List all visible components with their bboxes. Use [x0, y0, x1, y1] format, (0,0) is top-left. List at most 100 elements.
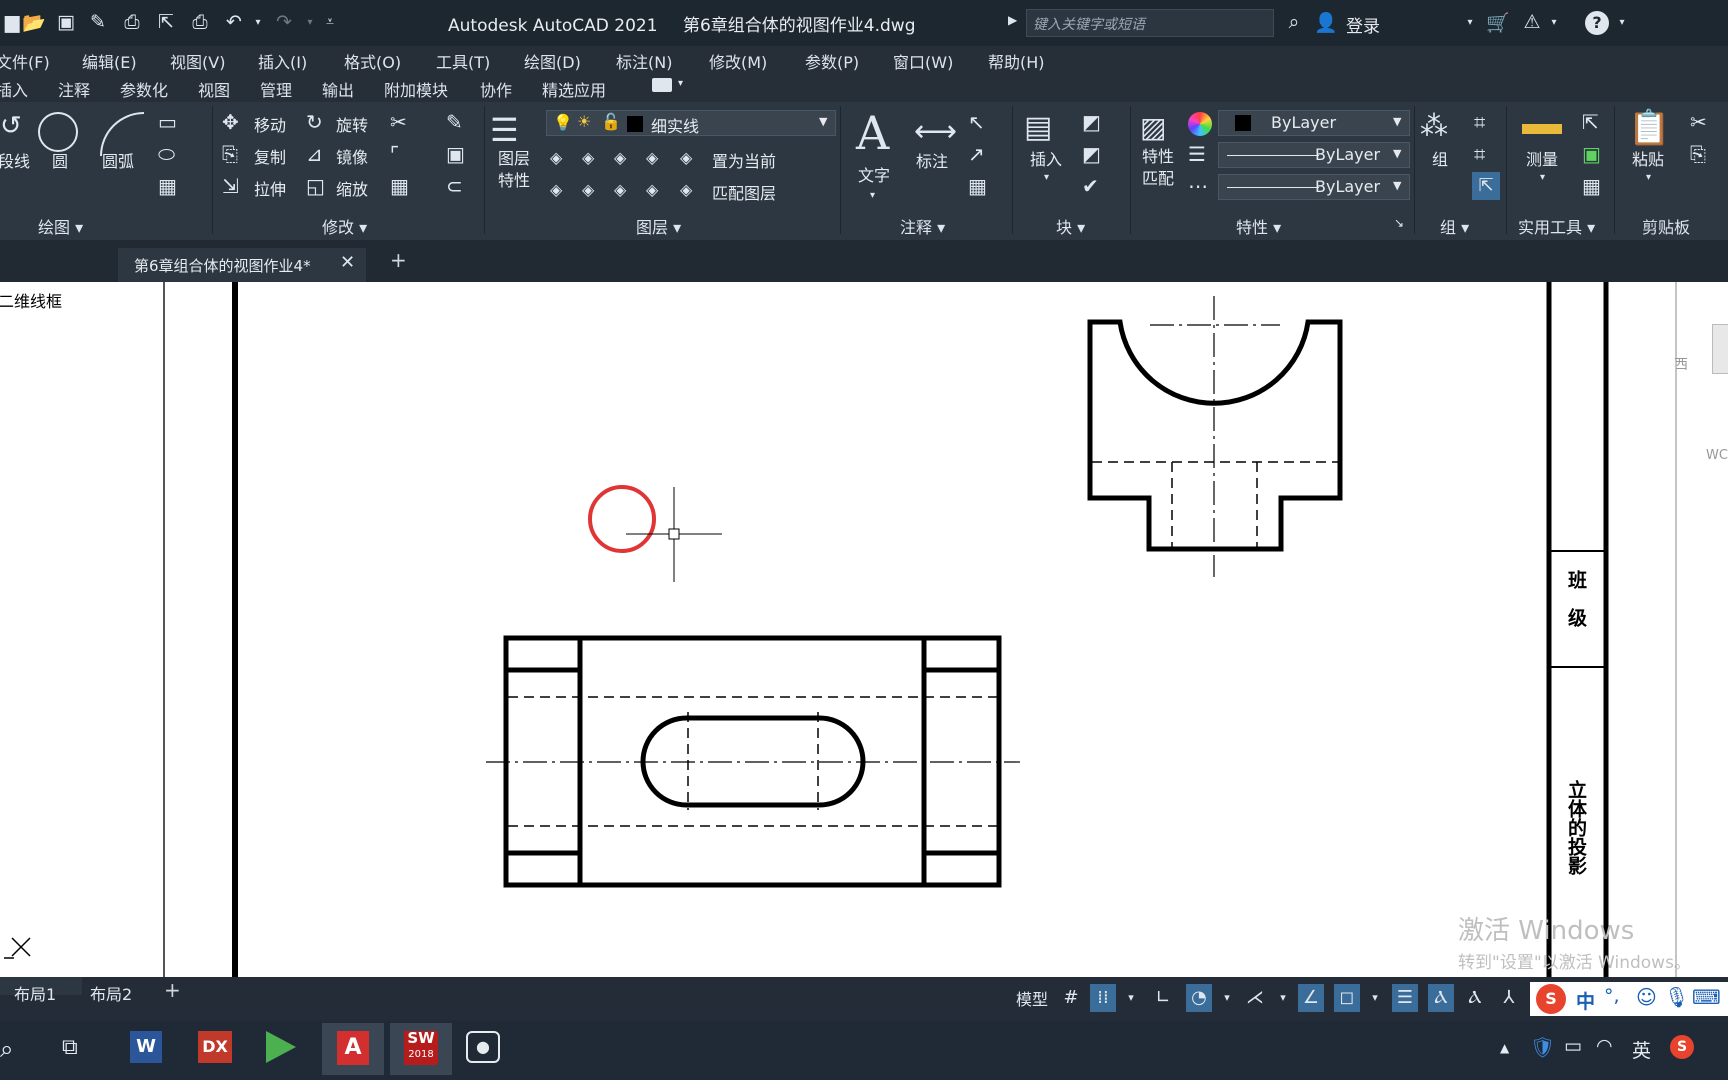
- camera-app-icon[interactable]: ●: [466, 1031, 500, 1063]
- isodraft-dropdown-icon[interactable]: ▾: [1270, 984, 1296, 1012]
- rectangle-icon[interactable]: ▭: [158, 112, 177, 132]
- match-properties-icon[interactable]: ▨: [1140, 110, 1166, 146]
- edit-attributes-icon[interactable]: ✔: [1082, 176, 1099, 196]
- ime-voice-icon[interactable]: 🎙: [1664, 985, 1689, 1009]
- solidworks-taskbar-button[interactable]: SW 2018: [390, 1023, 452, 1075]
- snap-mode-icon[interactable]: ⁞⁞: [1090, 984, 1116, 1012]
- tab-annotate[interactable]: 注释: [58, 77, 90, 101]
- network-icon[interactable]: ◠: [1596, 1035, 1613, 1057]
- undo-icon[interactable]: ↶: [222, 10, 246, 34]
- new-layout-icon[interactable]: +: [164, 978, 181, 1002]
- menu-window[interactable]: 窗口(W): [893, 49, 953, 73]
- hatch-icon[interactable]: ▦: [158, 176, 177, 196]
- group-label[interactable]: 组: [1432, 146, 1448, 170]
- open-icon[interactable]: 📂: [22, 10, 46, 34]
- quick-select-icon[interactable]: ⇱: [1582, 112, 1599, 132]
- scale-label[interactable]: 缩放: [336, 176, 368, 200]
- polyline-label[interactable]: 段线: [0, 148, 30, 172]
- security-shield-icon[interactable]: 🛡: [1530, 1035, 1555, 1059]
- publish-icon[interactable]: ⇱: [154, 10, 178, 34]
- search-icon[interactable]: ⌕: [1282, 10, 1306, 34]
- cut-icon[interactable]: ✂: [1690, 112, 1707, 132]
- stretch-icon[interactable]: ⇲: [222, 176, 239, 196]
- redo-icon[interactable]: ↷: [272, 10, 296, 34]
- ribbon-minimize-dropdown-icon[interactable]: ▾: [678, 78, 683, 89]
- new-icon[interactable]: ▆: [0, 10, 24, 34]
- layers-panel-title[interactable]: 图层 ▾: [636, 214, 681, 238]
- lineweight-display-icon[interactable]: ☰: [1392, 984, 1418, 1012]
- copy-clip-icon[interactable]: ⎘: [1690, 144, 1706, 164]
- help-dropdown-icon[interactable]: ▾: [1610, 10, 1634, 34]
- insert-label[interactable]: 插入: [1030, 146, 1062, 170]
- object-snap-tracking-icon[interactable]: ∠: [1298, 984, 1324, 1012]
- menu-parameters[interactable]: 参数(P): [805, 49, 859, 73]
- layer-on-all-icon[interactable]: ◈: [550, 180, 562, 200]
- close-tab-icon[interactable]: ✕: [340, 252, 355, 273]
- layer-unisolate-icon[interactable]: ◈: [582, 180, 594, 200]
- draw-panel-title[interactable]: 绘图 ▾: [38, 214, 83, 238]
- dx-app-icon[interactable]: DX: [198, 1031, 232, 1063]
- layer-freeze-icon[interactable]: ◈: [614, 148, 626, 168]
- snap-dropdown-icon[interactable]: ▾: [1118, 984, 1144, 1012]
- properties-panel-title[interactable]: 特性 ▾: [1236, 214, 1281, 238]
- linetype-icon[interactable]: ⋯: [1188, 176, 1208, 196]
- autocad-taskbar-button[interactable]: A: [322, 1023, 384, 1075]
- ime-language[interactable]: 中: [1576, 987, 1595, 1014]
- login-link[interactable]: 登录: [1346, 12, 1380, 37]
- sogou-tray-icon[interactable]: S: [1670, 1035, 1694, 1059]
- clipboard-panel-title[interactable]: 剪贴板: [1642, 214, 1690, 238]
- ime-emoji-icon[interactable]: ☺: [1636, 985, 1657, 1009]
- autodesk-a360-icon[interactable]: ⚠: [1520, 10, 1544, 34]
- text-label[interactable]: 文字: [858, 162, 890, 186]
- layout1-tab[interactable]: 布局1: [14, 981, 56, 1005]
- set-current-icon[interactable]: ◈: [680, 148, 692, 168]
- calculator-icon[interactable]: ▦: [1582, 176, 1601, 196]
- offset-icon[interactable]: ⊂: [446, 176, 463, 196]
- ime-keyboard-icon[interactable]: ⌨: [1692, 985, 1721, 1009]
- measure-label[interactable]: 测量: [1526, 146, 1558, 170]
- modify-panel-title[interactable]: 修改 ▾: [322, 214, 367, 238]
- polar-dropdown-icon[interactable]: ▾: [1214, 984, 1240, 1012]
- layer-lock-icon[interactable]: ◈: [646, 148, 658, 168]
- create-block-icon[interactable]: ◩: [1082, 112, 1101, 132]
- isodraft-icon[interactable]: ⋌: [1242, 984, 1268, 1012]
- color-wheel-icon[interactable]: [1188, 112, 1212, 136]
- tab-addins[interactable]: 附加模块: [384, 77, 448, 101]
- layer-unlock-all-icon[interactable]: ◈: [646, 180, 658, 200]
- menu-help[interactable]: 帮助(H): [988, 49, 1045, 73]
- document-tab[interactable]: 第6章组合体的视图作业4* ✕: [118, 248, 366, 282]
- tray-expand-icon[interactable]: ▲: [1500, 1041, 1509, 1055]
- ellipse-icon[interactable]: ⬭: [158, 144, 175, 164]
- layer-off-icon[interactable]: ◈: [550, 148, 562, 168]
- sogou-ime-icon[interactable]: S: [1536, 984, 1566, 1014]
- circle-icon[interactable]: [38, 112, 78, 152]
- explode-icon[interactable]: ▣: [446, 144, 465, 164]
- word-app-icon[interactable]: W: [130, 1031, 162, 1063]
- tray-language[interactable]: 英: [1632, 1036, 1651, 1063]
- edit-block-icon[interactable]: ◩: [1082, 144, 1101, 164]
- tab-featured-apps[interactable]: 精选应用: [542, 77, 606, 101]
- auto-scale-icon[interactable]: Ⲁ: [1462, 984, 1488, 1012]
- tab-output[interactable]: 输出: [322, 77, 354, 101]
- annotation-visibility-icon[interactable]: Ⲁ: [1428, 984, 1454, 1012]
- paste-label[interactable]: 粘贴: [1632, 146, 1664, 170]
- viewcube[interactable]: [1712, 324, 1728, 374]
- erase-icon[interactable]: ✎: [446, 112, 463, 132]
- group-selection-icon[interactable]: ⇱: [1472, 172, 1500, 200]
- tab-manage[interactable]: 管理: [260, 77, 292, 101]
- circle-label[interactable]: 圆: [52, 148, 68, 172]
- menu-view[interactable]: 视图(V): [170, 49, 225, 73]
- layer-properties-label[interactable]: 图层 特性: [498, 148, 534, 192]
- linetype-dropdown[interactable]: ByLayer ▼: [1218, 174, 1410, 200]
- osnap-dropdown-icon[interactable]: ▾: [1362, 984, 1388, 1012]
- scale-icon[interactable]: ◱: [306, 176, 325, 196]
- match-layer-label[interactable]: 匹配图层: [712, 180, 776, 204]
- measure-icon[interactable]: [1522, 124, 1562, 134]
- search-icon[interactable]: ⌕: [0, 1035, 13, 1063]
- tab-insert[interactable]: 插入: [0, 77, 28, 101]
- tab-collaborate[interactable]: 协作: [480, 77, 512, 101]
- save-as-icon[interactable]: ✎: [86, 10, 110, 34]
- print-icon[interactable]: ⎙: [188, 10, 212, 34]
- match-properties-label[interactable]: 特性 匹配: [1142, 146, 1178, 190]
- mirror-icon[interactable]: ⊿: [306, 144, 323, 164]
